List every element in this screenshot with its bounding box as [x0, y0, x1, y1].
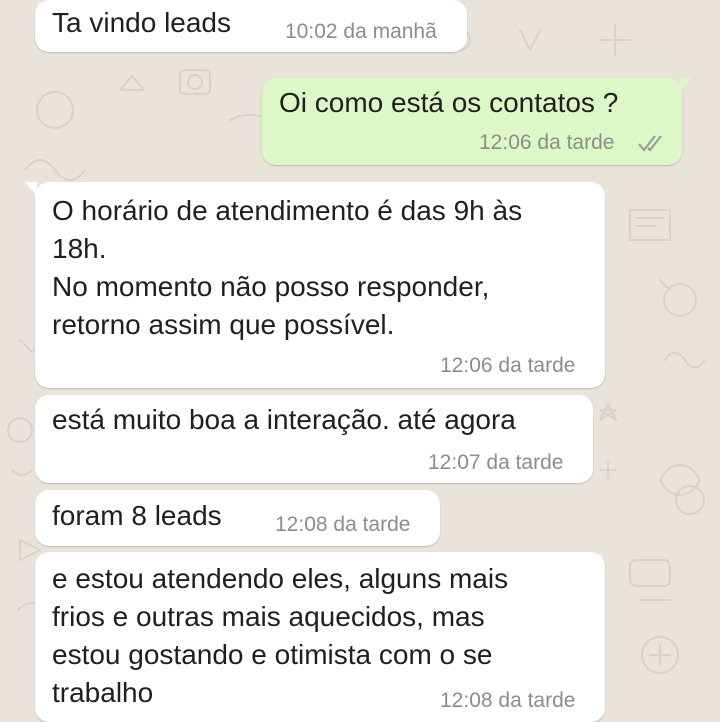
message-timestamp: 10:02 da manhã — [285, 20, 437, 43]
message-bubble-incoming[interactable]: Ta vindo leads 10:02 da manhã — [35, 0, 467, 52]
message-text: Ta vindo leads — [52, 7, 232, 38]
message-timestamp: 12:07 da tarde — [428, 451, 564, 474]
bubble-tail — [680, 78, 692, 92]
message-text: foram 8 leads — [52, 500, 222, 531]
message-text: Oi como está os contatos ? — [279, 87, 619, 118]
message-bubble-incoming[interactable]: O horário de atendimento é das 9h às 18h… — [25, 182, 605, 388]
message-timestamp: 12:08 da tarde — [275, 513, 411, 536]
message-text: está muito boa a interação. até agora — [52, 404, 516, 435]
message-text: O horário de atendimento é das 9h às 18h… — [52, 195, 523, 340]
message-bubble-outgoing[interactable]: Oi como está os contatos ? 12:06 da tard… — [262, 78, 692, 165]
message-timestamp: 12:06 da tarde — [440, 354, 576, 377]
message-bubble-incoming[interactable]: foram 8 leads 12:08 da tarde — [35, 490, 440, 546]
double-check-icon — [638, 135, 662, 152]
bubble-tail — [25, 182, 37, 196]
message-bubble-incoming[interactable]: e estou atendendo eles, alguns mais frio… — [35, 552, 605, 722]
message-timestamp: 12:08 da tarde — [440, 689, 576, 712]
message-timestamp: 12:06 da tarde — [479, 131, 615, 154]
message-bubble-incoming[interactable]: está muito boa a interação. até agora 12… — [35, 395, 593, 483]
